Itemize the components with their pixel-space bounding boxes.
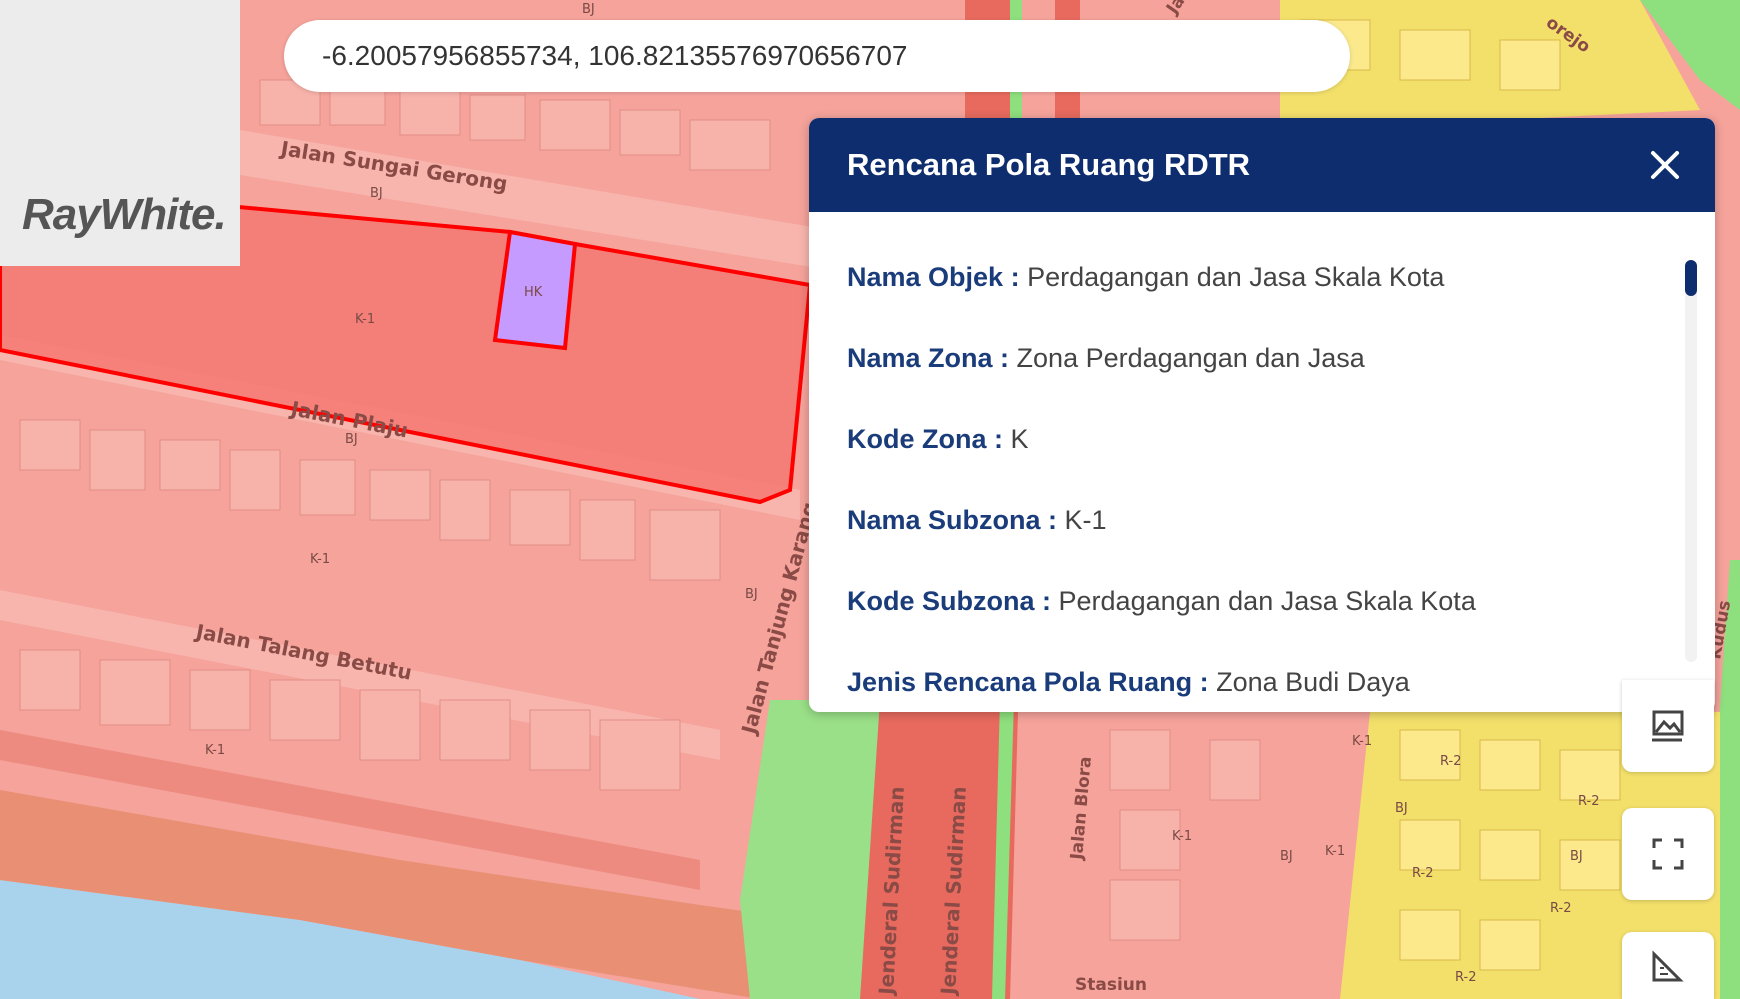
info-value: K-1 bbox=[1064, 505, 1107, 535]
info-label: Jenis Rencana Pola Ruang : bbox=[847, 667, 1209, 697]
zone-label-bj: BJ bbox=[1280, 849, 1293, 864]
info-value: Perdagangan dan Jasa Skala Kota bbox=[1058, 586, 1476, 616]
zone-label-r2: R-2 bbox=[1550, 901, 1571, 916]
measure-icon bbox=[1652, 949, 1684, 981]
popup-title: Rencana Pola Ruang RDTR bbox=[847, 147, 1251, 182]
popup-scrollbar-thumb[interactable] bbox=[1685, 260, 1697, 296]
info-value: Perdagangan dan Jasa Skala Kota bbox=[1027, 262, 1445, 292]
zone-label-k1: K-1 bbox=[1352, 734, 1372, 749]
info-row-kode-zona: Kode Zona : K bbox=[847, 424, 1029, 455]
info-row-kode-subzona: Kode Subzona : Perdagangan dan Jasa Skal… bbox=[847, 586, 1476, 617]
popup-body[interactable]: Nama Objek : Perdagangan dan Jasa Skala … bbox=[809, 212, 1715, 712]
zone-label-bj: BJ bbox=[1570, 849, 1583, 864]
fullscreen-icon bbox=[1652, 838, 1684, 870]
info-label: Kode Subzona : bbox=[847, 586, 1051, 616]
image-layer-icon bbox=[1652, 710, 1684, 742]
fullscreen-button[interactable] bbox=[1622, 808, 1714, 900]
zone-label-bj: BJ bbox=[370, 186, 383, 201]
street-label-stasiun: Stasiun bbox=[1075, 975, 1147, 995]
zone-label-k1: K-1 bbox=[1325, 844, 1345, 859]
info-row-jenis-rencana: Jenis Rencana Pola Ruang : Zona Budi Day… bbox=[847, 667, 1410, 698]
zone-label-k1: K-1 bbox=[310, 552, 330, 567]
close-icon[interactable] bbox=[1645, 145, 1685, 185]
popup-header: Rencana Pola Ruang RDTR bbox=[809, 118, 1715, 212]
rdtr-info-popup: Rencana Pola Ruang RDTR Nama Objek : Per… bbox=[809, 118, 1715, 712]
measure-button[interactable] bbox=[1622, 932, 1714, 999]
info-label: Nama Zona : bbox=[847, 343, 1010, 373]
info-row-nama-zona: Nama Zona : Zona Perdagangan dan Jasa bbox=[847, 343, 1365, 374]
image-layer-button[interactable] bbox=[1622, 680, 1714, 772]
info-value: Zona Budi Daya bbox=[1216, 667, 1410, 697]
zone-label-r2: R-2 bbox=[1440, 754, 1461, 769]
zone-label-bj: BJ bbox=[745, 587, 758, 602]
zone-label-bj: BJ bbox=[1395, 801, 1408, 816]
info-value: Zona Perdagangan dan Jasa bbox=[1016, 343, 1365, 373]
zone-label-bj: BJ bbox=[345, 432, 358, 447]
zone-label-k1: K-1 bbox=[1172, 829, 1192, 844]
zone-label-hk: HK bbox=[524, 285, 543, 300]
zone-label-k1: K-1 bbox=[355, 312, 375, 327]
info-label: Nama Subzona : bbox=[847, 505, 1058, 535]
logo-text: RayWhite bbox=[22, 190, 215, 239]
coordinate-search-input[interactable] bbox=[320, 39, 1224, 73]
logo-mark: . bbox=[214, 190, 226, 239]
raywhite-logo: RayWhite. bbox=[0, 0, 240, 266]
popup-scrollbar-track[interactable] bbox=[1685, 260, 1697, 662]
zone-label-k1: K-1 bbox=[205, 743, 225, 758]
info-value: K bbox=[1010, 424, 1029, 454]
zone-label-r2: R-2 bbox=[1412, 866, 1433, 881]
info-row-nama-objek: Nama Objek : Perdagangan dan Jasa Skala … bbox=[847, 262, 1444, 293]
info-label: Nama Objek : bbox=[847, 262, 1020, 292]
zone-label-r2: R-2 bbox=[1455, 970, 1476, 985]
zone-label-bj: BJ bbox=[582, 2, 595, 17]
info-label: Kode Zona : bbox=[847, 424, 1003, 454]
zone-label-r2: R-2 bbox=[1578, 794, 1599, 809]
coordinate-search-bar[interactable] bbox=[284, 20, 1350, 92]
info-row-nama-subzona: Nama Subzona : K-1 bbox=[847, 505, 1107, 536]
